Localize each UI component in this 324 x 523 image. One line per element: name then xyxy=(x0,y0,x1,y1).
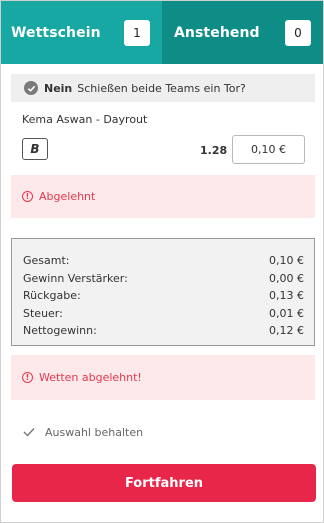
match-name: Kema Aswan - Dayrout xyxy=(22,113,148,126)
check-circle-icon xyxy=(24,81,38,95)
rejected-alert-text: Abgelehnt xyxy=(39,190,96,203)
selection-market: Schießen beide Teams ein Tor? xyxy=(77,81,246,95)
tab-betslip-label: Wettschein xyxy=(11,24,101,41)
summary-row: Rückgabe: 0,13 € xyxy=(23,287,304,305)
bets-rejected-alert: ! Wetten abgelehnt! xyxy=(11,355,315,400)
tab-betslip[interactable]: Wettschein 1 xyxy=(1,1,162,64)
selection-pick: Nein xyxy=(44,81,73,95)
tab-betslip-count: 1 xyxy=(124,19,150,46)
keep-selection-checkbox[interactable]: Auswahl behalten xyxy=(22,425,143,439)
summary-label: Gesamt: xyxy=(23,254,70,267)
summary-value: 0,01 € xyxy=(269,306,304,320)
boost-button[interactable]: B xyxy=(22,138,48,160)
tab-pending-count: 0 xyxy=(285,19,311,46)
continue-button[interactable]: Fortfahren xyxy=(12,464,316,502)
odds-value: 1.28 xyxy=(200,144,228,157)
alert-circle-icon: ! xyxy=(22,372,33,383)
betslip-panel: Wettschein 1 Anstehend 0 Nein Schießen b… xyxy=(0,0,324,523)
summary-label: Rückgabe: xyxy=(23,289,81,303)
rejected-alert: ! Abgelehnt xyxy=(11,175,315,218)
summary-value: 0,12 € xyxy=(269,324,304,338)
summary-row: Gewinn Verstärker: 0,00 € xyxy=(23,270,304,288)
keep-selection-label: Auswahl behalten xyxy=(45,425,144,439)
tab-pending-label: Anstehend xyxy=(174,24,260,41)
stake-input[interactable] xyxy=(232,135,305,164)
summary-label: Steuer: xyxy=(23,306,63,320)
checkmark-icon xyxy=(22,425,36,439)
tab-pending[interactable]: Anstehend 0 xyxy=(162,1,323,64)
summary-value: 0,00 € xyxy=(269,271,304,285)
bet-summary: Gesamt: 0,10 € Gewinn Verstärker: 0,00 €… xyxy=(11,238,315,346)
betslip-tabs: Wettschein 1 Anstehend 0 xyxy=(1,1,323,64)
alert-circle-icon: ! xyxy=(22,191,33,202)
summary-row: Gesamt: 0,10 € xyxy=(23,252,304,270)
summary-label: Nettogewinn: xyxy=(23,324,97,338)
summary-row: Nettogewinn: 0,12 € xyxy=(23,322,304,340)
summary-value: 0,10 € xyxy=(269,254,304,267)
summary-value: 0,13 € xyxy=(269,289,304,303)
summary-label: Gewinn Verstärker: xyxy=(23,271,128,285)
summary-row: Steuer: 0,01 € xyxy=(23,305,304,323)
selection-header: Nein Schießen beide Teams ein Tor? xyxy=(11,74,315,102)
bets-rejected-alert-text: Wetten abgelehnt! xyxy=(39,371,142,384)
